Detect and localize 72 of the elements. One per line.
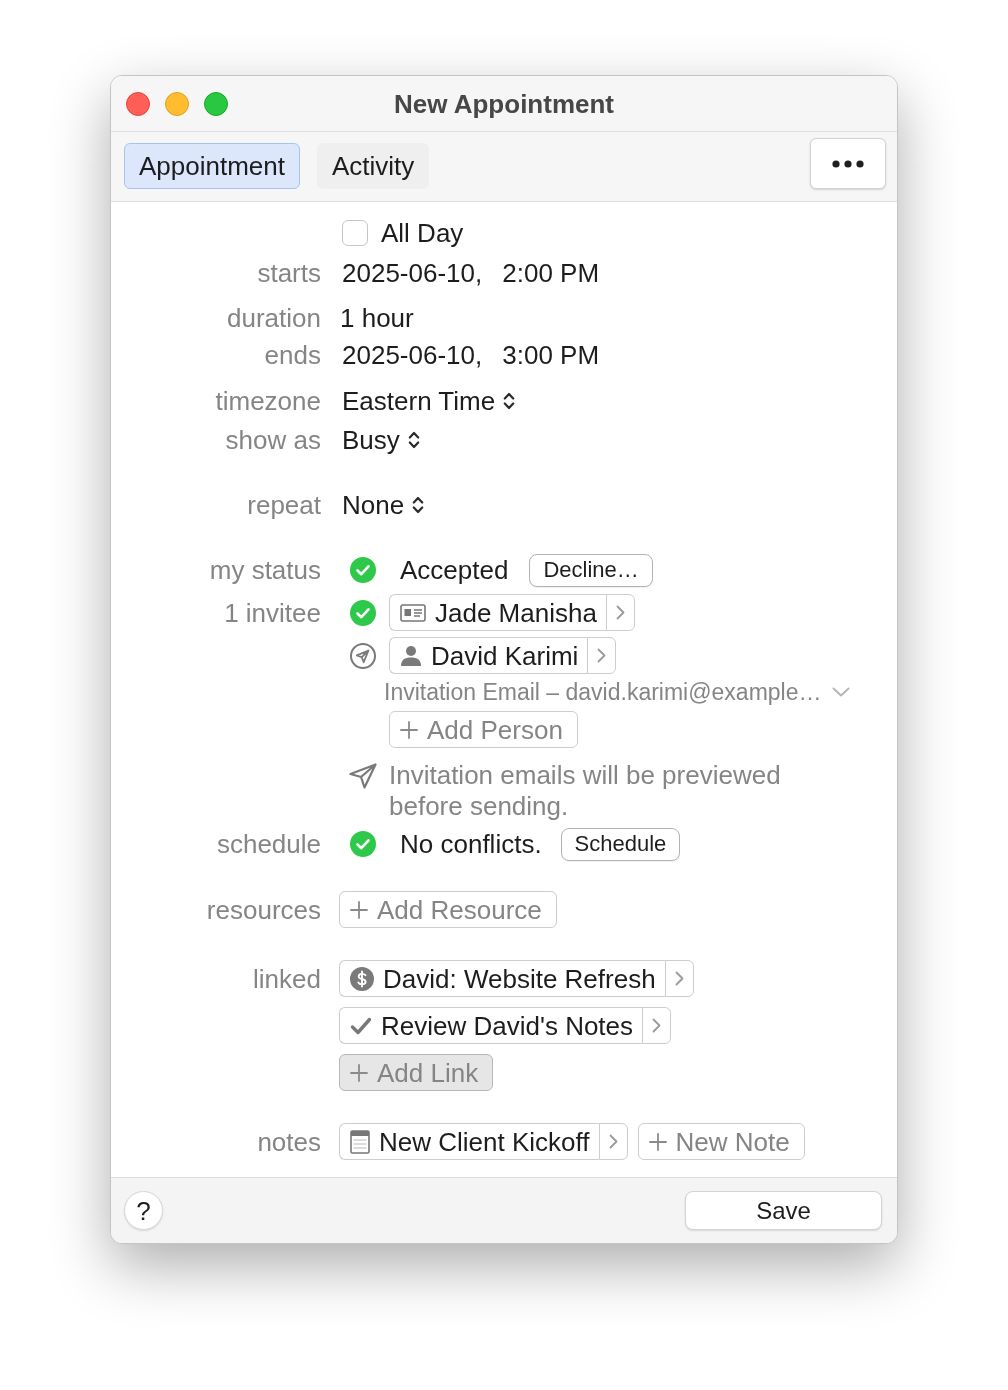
contact-card-icon: [400, 603, 426, 622]
dollar-circle-icon: [350, 966, 374, 991]
date-value[interactable]: 2025-06-10,: [342, 340, 483, 370]
add-person-button[interactable]: Add Person: [389, 711, 578, 748]
linked-item-button[interactable]: Review David's Notes: [339, 1007, 643, 1044]
checkbox[interactable]: [342, 220, 368, 246]
tab[interactable]: Appointment: [124, 143, 300, 189]
time-value[interactable]: 3:00 PM: [502, 340, 600, 370]
chevron-right-icon: [674, 971, 684, 986]
invitee-button[interactable]: David Karimi: [389, 637, 588, 674]
field-label: ends: [264, 340, 321, 370]
person-icon: [400, 644, 422, 667]
chevron-button[interactable]: [587, 637, 617, 674]
add-resource-button[interactable]: Add Resource: [339, 891, 557, 928]
field-label: duration: [227, 303, 321, 333]
plus-icon: [648, 1132, 667, 1151]
help-button[interactable]: ?: [124, 1191, 163, 1230]
zoom-icon[interactable]: [204, 91, 228, 116]
up-down-chevron-icon: [407, 430, 420, 450]
repeat-popup[interactable]: None: [342, 490, 425, 520]
chevron-button[interactable]: [598, 1123, 628, 1160]
chevron-button[interactable]: [664, 960, 694, 997]
invitee-button[interactable]: Jade Manisha: [389, 594, 606, 631]
plus-icon: [350, 1063, 368, 1082]
window-title: New Appointment: [394, 88, 614, 119]
check-circle-icon: [350, 557, 376, 583]
field-label: linked: [253, 963, 321, 994]
note-icon: [350, 1129, 370, 1154]
check-circle-icon: [350, 831, 376, 857]
invitation-method-dropdown[interactable]: Invitation Email – david.karimi@example…: [384, 678, 850, 706]
minimize-icon[interactable]: [165, 91, 189, 116]
linked-item-button[interactable]: David: Website Refresh: [339, 960, 665, 997]
chevron-right-icon: [597, 648, 607, 663]
tab[interactable]: Activity: [317, 143, 430, 189]
status-text: Accepted: [400, 555, 509, 585]
chevron-button[interactable]: [605, 594, 635, 631]
save-button[interactable]: Save: [685, 1191, 882, 1230]
new-note-button[interactable]: New Note: [637, 1123, 805, 1160]
paper-plane-icon: [349, 763, 377, 789]
close-icon[interactable]: [126, 91, 150, 116]
chevron-button[interactable]: [642, 1007, 672, 1044]
plus-icon: [400, 720, 418, 739]
schedule-status-text: No conflicts.: [400, 829, 542, 859]
timezone-popup[interactable]: Eastern Time: [342, 386, 516, 416]
up-down-chevron-icon: [412, 495, 425, 515]
more-icon: [832, 159, 864, 168]
chevron-right-icon: [652, 1018, 662, 1033]
more-button[interactable]: [810, 138, 886, 189]
chevron-right-icon: [608, 1134, 618, 1149]
chevron-down-icon: [831, 687, 850, 697]
schedule-button[interactable]: Schedule: [560, 827, 681, 861]
date-value[interactable]: 2025-06-10,: [342, 258, 483, 288]
field-label: resources: [206, 894, 321, 925]
field-label: 1 invitee: [224, 597, 321, 628]
field-label: my status: [209, 555, 321, 585]
decline-button[interactable]: Decline…: [529, 553, 653, 587]
checkmark-icon: [350, 1016, 372, 1035]
show-as-popup[interactable]: Busy: [342, 425, 420, 455]
field-label: timezone: [215, 386, 321, 416]
field-label: schedule: [216, 829, 321, 859]
plus-icon: [350, 900, 368, 919]
up-down-chevron-icon: [503, 391, 516, 411]
field-label: repeat: [247, 490, 321, 520]
notice-text: Invitation emails will be previewed before sending.: [389, 760, 782, 822]
field-label: starts: [257, 258, 321, 288]
time-value[interactable]: 2:00 PM: [502, 258, 600, 288]
field-label: notes: [257, 1126, 321, 1157]
checkbox-label: All Day: [381, 218, 464, 248]
note-button[interactable]: New Client Kickoff: [339, 1123, 599, 1160]
duration-value[interactable]: 1 hour: [340, 303, 414, 333]
chevron-right-icon: [615, 605, 625, 620]
field-label: show as: [225, 425, 321, 455]
